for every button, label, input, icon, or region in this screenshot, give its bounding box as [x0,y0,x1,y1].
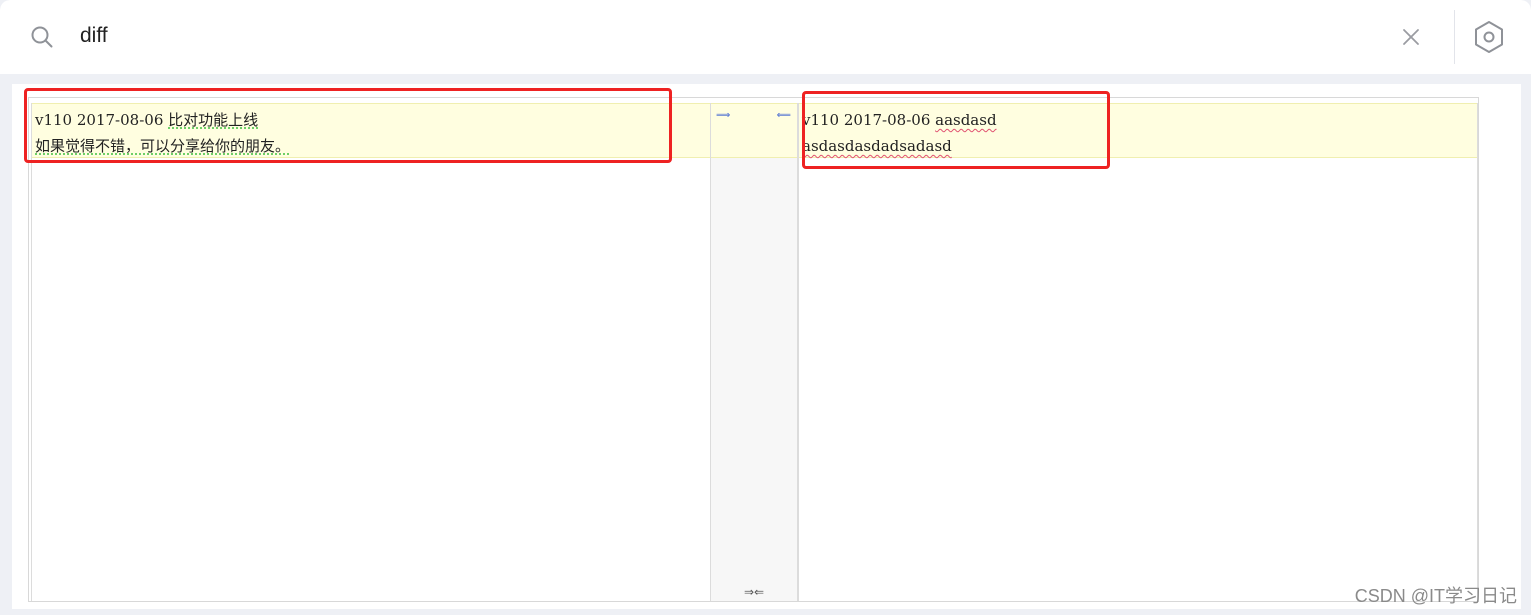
close-icon[interactable] [1400,26,1422,48]
hexagon-settings-icon[interactable] [1472,19,1506,55]
diff-view: v110 2017-08-06 比对功能上线 如果觉得不错，可以分享给你的朋友。… [28,97,1479,602]
app-window: v110 2017-08-06 比对功能上线 如果觉得不错，可以分享给你的朋友。… [0,0,1531,615]
arrow-right-icon[interactable]: ⟹ [716,111,730,121]
search-input[interactable] [80,16,1360,56]
header-divider [1454,10,1455,64]
diff-pane-left[interactable]: v110 2017-08-06 比对功能上线 如果觉得不错，可以分享给你的朋友。 [31,103,711,601]
watermark: CSDN @IT学习日记 [1354,586,1517,606]
arrow-left-icon[interactable]: ⟸ [777,111,791,121]
diff-gap: ⟹ ⟸ ⇒⇐ [711,103,798,601]
highlight-box-right [802,91,1110,169]
search-icon [31,26,53,48]
diff-pane-right[interactable]: v110 2017-08-06 aasdasd asdasdasdadsadas… [798,103,1478,601]
search-bar [0,0,1531,74]
gap-footer[interactable]: ⇒⇐ [711,585,797,599]
highlight-box-left [24,88,672,163]
